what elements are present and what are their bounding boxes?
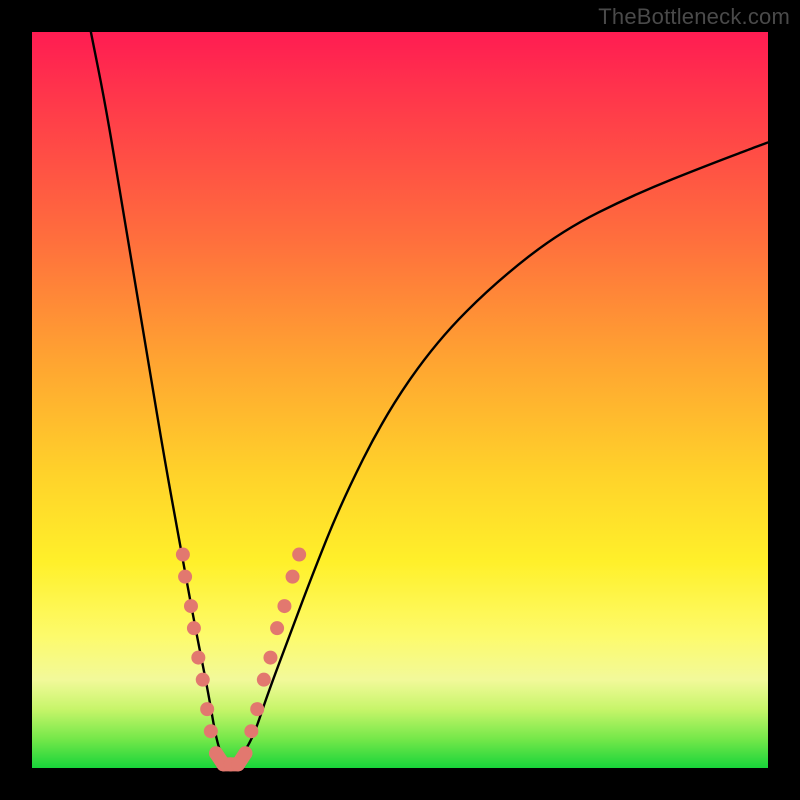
highlight-dot	[286, 570, 300, 584]
highlight-dot	[250, 702, 264, 716]
highlight-dot	[292, 548, 306, 562]
highlight-dots-group	[176, 548, 306, 772]
highlight-dot	[178, 570, 192, 584]
highlight-dot	[277, 599, 291, 613]
highlight-dot	[244, 724, 258, 738]
highlight-dot	[238, 746, 252, 760]
highlight-dot	[263, 651, 277, 665]
highlight-dot	[184, 599, 198, 613]
watermark-text: TheBottleneck.com	[598, 4, 790, 30]
plot-area	[32, 32, 768, 768]
highlight-dot	[176, 548, 190, 562]
curve-svg	[32, 32, 768, 768]
highlight-dot	[257, 673, 271, 687]
highlight-dot	[187, 621, 201, 635]
chart-frame: TheBottleneck.com	[0, 0, 800, 800]
highlight-dot	[204, 724, 218, 738]
highlight-dot	[200, 702, 214, 716]
highlight-dot	[191, 651, 205, 665]
highlight-dot	[270, 621, 284, 635]
highlight-dot	[196, 673, 210, 687]
